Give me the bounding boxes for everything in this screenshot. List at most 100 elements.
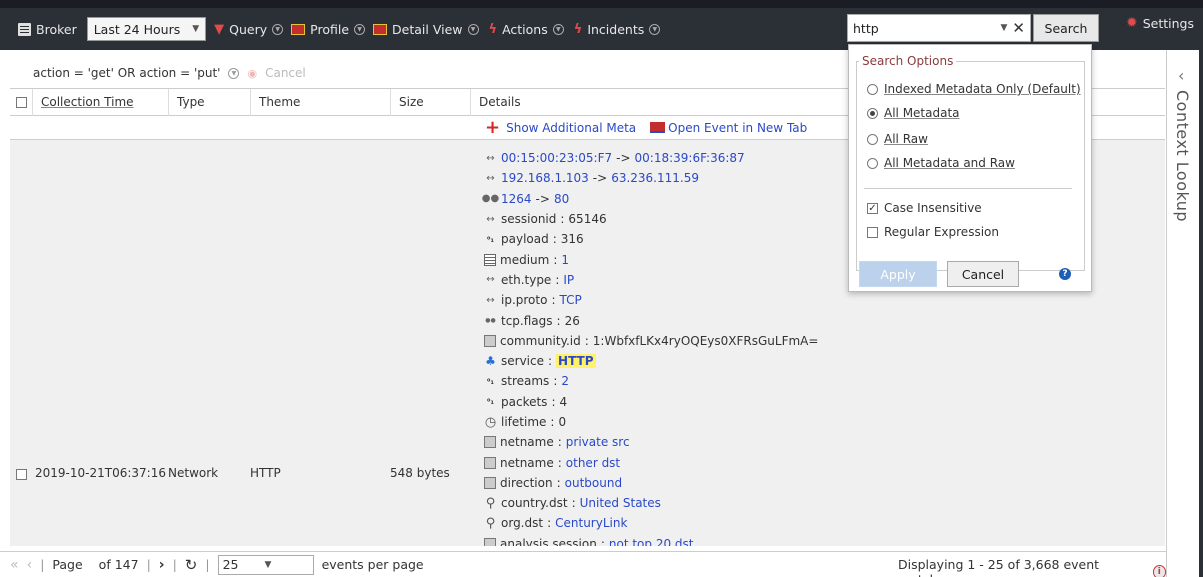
meta-key: sessionid (501, 212, 557, 227)
meta-value[interactable]: CenturyLink (555, 516, 627, 530)
info-icon[interactable]: i (1152, 565, 1166, 577)
chevron-down-icon: ▼ (192, 24, 200, 34)
next-page-icon[interactable]: › (159, 557, 165, 573)
cancel-icon: ◉ (247, 66, 258, 80)
meta-value[interactable]: private src (566, 435, 630, 449)
help-icon[interactable]: ? (1059, 268, 1071, 280)
meta-separator: : (553, 252, 558, 267)
per-page-label: events per page (321, 557, 424, 572)
radio-all-metadata-raw[interactable] (867, 157, 878, 169)
number-icon: ⁰₁ (486, 234, 494, 244)
port-dst-link[interactable]: 80 (554, 192, 569, 206)
column-label: Details (479, 95, 521, 109)
list-icon (484, 253, 496, 266)
meta-key: analysis.session (500, 536, 597, 546)
actions-menu[interactable]: ϟ Actions ▼ (489, 22, 564, 37)
query-menu[interactable]: ▼ Query ▼ (214, 21, 284, 37)
chevron-circle-icon: ▼ (649, 23, 661, 35)
panel-edge (1199, 50, 1203, 577)
port-src-link[interactable]: 1264 (501, 192, 532, 206)
mac-src-link[interactable]: 00:15:00:23:05:F7 (501, 151, 612, 165)
meta-value[interactable]: TCP (560, 293, 582, 307)
chevron-circle-icon: ▼ (354, 23, 366, 35)
chevron-circle-icon[interactable]: ▼ (228, 67, 240, 79)
meta-item: netname: private src (484, 432, 818, 452)
meta-value[interactable]: IP (563, 273, 574, 287)
option-label: Regular Expression (884, 225, 999, 239)
refresh-icon[interactable]: ↻ (185, 556, 198, 574)
search-input[interactable]: http ▼ ✕ (847, 14, 1031, 42)
ip-src-link[interactable]: 192.168.1.103 (501, 171, 589, 185)
meta-item: ↔ sessionid:65146 (484, 209, 818, 229)
meta-mac: ↔ 00:15:00:23:05:F7 -> 00:18:39:6F:36:87 (484, 148, 818, 168)
chevron-left-icon[interactable]: ‹ (1178, 66, 1184, 85)
incidents-menu[interactable]: ϟ Incidents ▼ (574, 22, 661, 37)
mac-dst-link[interactable]: 00:18:39:6F:36:87 (635, 151, 745, 165)
chevron-down-icon[interactable]: ▼ (1001, 23, 1008, 33)
radio-indexed-metadata[interactable] (867, 83, 878, 95)
option-label: All Metadata (884, 106, 960, 120)
meta-separator: : (551, 394, 556, 409)
show-additional-meta-link[interactable]: + Show Additional Meta (485, 116, 637, 138)
open-event-label: Open Event in New Tab (668, 120, 808, 135)
settings-button[interactable]: ✹ Settings (1126, 15, 1194, 31)
meta-value[interactable]: not top 20 dst (609, 537, 694, 546)
query-text[interactable]: action = 'get' OR action = 'put' (33, 66, 220, 80)
meta-value[interactable]: United States (580, 496, 661, 510)
box-icon (484, 334, 496, 347)
clear-icon[interactable]: ✕ (1012, 19, 1025, 37)
regex-checkbox[interactable] (867, 226, 878, 238)
search-button[interactable]: Search (1033, 14, 1099, 42)
option-indexed-metadata[interactable]: Indexed Metadata Only (Default) (867, 82, 1081, 96)
radio-all-metadata[interactable] (867, 107, 878, 119)
box-icon (484, 456, 496, 469)
meta-key: org.dst (501, 516, 544, 531)
option-all-metadata-raw[interactable]: All Metadata and Raw (867, 156, 1015, 170)
column-theme[interactable]: Theme (251, 89, 391, 116)
query-cancel-button[interactable]: Cancel (265, 66, 306, 80)
broker-button[interactable]: Broker (18, 22, 77, 37)
meta-value[interactable]: 2 (561, 374, 569, 388)
meta-value[interactable]: outbound (565, 476, 622, 490)
per-page-select[interactable]: 25 ▼ (217, 554, 314, 575)
detail-view-icon (373, 23, 388, 35)
plus-icon: + (485, 116, 501, 138)
option-all-metadata[interactable]: All Metadata (867, 106, 960, 120)
column-size[interactable]: Size (391, 89, 471, 116)
prev-page-icon[interactable]: ‹ (27, 557, 33, 573)
profile-menu[interactable]: Profile ▼ (291, 22, 366, 37)
regex-option[interactable]: Regular Expression (867, 225, 999, 239)
open-event-new-tab-link[interactable]: Open Event in New Tab (650, 121, 807, 135)
apply-button[interactable]: Apply (859, 261, 937, 287)
cancel-button[interactable]: Cancel (947, 261, 1019, 287)
row-checkbox[interactable] (16, 469, 27, 480)
lightning-icon: ϟ (488, 21, 498, 37)
option-all-raw[interactable]: All Raw (867, 132, 928, 146)
first-page-icon[interactable]: « (10, 557, 19, 573)
meta-value[interactable]: 1 (561, 253, 569, 267)
show-meta-label: Show Additional Meta (506, 120, 637, 135)
meta-list: ↔ sessionid:65146 ⁰₁ payload:316 medium:1 ↔ et… (484, 209, 818, 546)
meta-separator: : (584, 333, 589, 348)
select-all-checkbox[interactable] (16, 96, 27, 108)
gear-icon: ✹ (1126, 15, 1138, 31)
ip-dst-link[interactable]: 63.236.111.59 (611, 171, 699, 185)
detail-view-menu[interactable]: Detail View ▼ (373, 22, 479, 37)
meta-item: ↔ ip.proto: TCP (484, 290, 818, 310)
radio-all-raw[interactable] (867, 133, 878, 145)
context-lookup-panel[interactable]: ‹ Context Lookup (1166, 50, 1203, 577)
row-type: Network (168, 466, 219, 480)
option-label: All Metadata and Raw (884, 156, 1015, 170)
time-range-select[interactable]: Last 24 Hours ▼ (86, 17, 207, 41)
meta-separator: : (560, 212, 565, 227)
column-type[interactable]: Type (169, 89, 251, 116)
case-insensitive-checkbox[interactable]: ✓ (867, 202, 878, 214)
meta-value[interactable]: HTTP (556, 354, 596, 369)
meta-key: tcp.flags (501, 313, 553, 328)
meta-value[interactable]: other dst (566, 456, 620, 470)
case-insensitive-option[interactable]: ✓ Case Insensitive (867, 201, 982, 215)
meta-separator: : (557, 455, 562, 470)
query-label: Query (229, 21, 268, 37)
new-tab-icon (650, 122, 666, 133)
column-collection-time[interactable]: Collection Time (33, 89, 169, 116)
